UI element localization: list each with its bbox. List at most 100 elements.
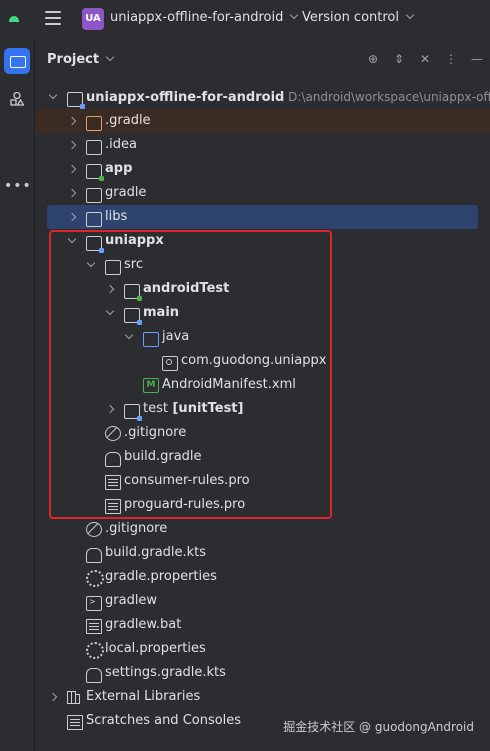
- tree-item[interactable]: main: [35, 301, 490, 325]
- tree-item[interactable]: java: [35, 325, 490, 349]
- tree-item-label: proguard-rules.pro: [124, 497, 246, 512]
- module-icon: [67, 92, 85, 109]
- tree-item-label: gradlew: [105, 593, 158, 608]
- chevron-right-icon[interactable]: [48, 692, 58, 702]
- tree-item[interactable]: .gitignore: [35, 517, 490, 541]
- tree-item-label: androidTest: [143, 281, 230, 296]
- tree-item-label: build.gradle: [124, 449, 202, 464]
- tree-item[interactable]: M AndroidManifest.xml: [35, 373, 490, 397]
- tree-item-label: libs: [105, 209, 128, 224]
- title-bar: UA uniappx-offline-for-android Version c…: [0, 0, 490, 38]
- gradle-icon: [86, 668, 102, 683]
- properties-icon: [86, 570, 104, 587]
- tree-item[interactable]: gradle.properties: [35, 565, 490, 589]
- tree-item[interactable]: .gitignore: [35, 421, 490, 445]
- more-tools-icon[interactable]: •••: [4, 178, 32, 194]
- panel-title-dropdown[interactable]: Project: [47, 52, 115, 67]
- chevron-down-icon: [405, 10, 415, 20]
- tree-item[interactable]: app: [35, 157, 490, 181]
- tree-item[interactable]: gradlew.bat: [35, 613, 490, 637]
- tool-window-stripe: •••: [0, 38, 35, 751]
- chevron-right-icon[interactable]: [67, 188, 77, 198]
- tree-item-label: src: [124, 257, 143, 272]
- locate-icon[interactable]: ⊕: [366, 52, 380, 66]
- chevron-down-icon[interactable]: [48, 90, 58, 100]
- android-icon: [9, 16, 19, 22]
- folder-icon: [86, 188, 102, 203]
- project-tree: uniappx-offline-for-android D:\android\w…: [35, 85, 490, 733]
- tree-item[interactable]: .idea: [35, 133, 490, 157]
- manifest-icon: M: [143, 378, 159, 393]
- text-file-icon: [67, 715, 83, 730]
- source-folder-icon: [143, 332, 159, 347]
- chevron-right-icon[interactable]: [67, 212, 77, 222]
- project-switcher[interactable]: uniappx-offline-for-android: [110, 10, 299, 25]
- folder-icon: [86, 212, 102, 227]
- project-path: D:\android\workspace\uniappx-offline: [288, 90, 490, 104]
- tree-item[interactable]: .gradle: [35, 109, 490, 133]
- tree-item-label: local.properties: [105, 641, 206, 656]
- tree-item[interactable]: com.guodong.uniappx: [35, 349, 490, 373]
- tree-item-label: app: [105, 161, 133, 176]
- ignore-file-icon: [86, 522, 102, 537]
- terminal-icon: [86, 590, 102, 614]
- tree-item[interactable]: External Libraries: [35, 685, 490, 709]
- options-icon[interactable]: ⋮: [444, 52, 458, 66]
- project-badge[interactable]: UA: [82, 8, 104, 30]
- folder-icon: [86, 140, 102, 155]
- tree-item[interactable]: androidTest: [35, 277, 490, 301]
- text-file-icon: [105, 499, 121, 514]
- chevron-down-icon: [105, 52, 115, 62]
- version-control-menu[interactable]: Version control: [302, 10, 415, 25]
- tree-item[interactable]: build.gradle: [35, 445, 490, 469]
- tree-item-label: consumer-rules.pro: [124, 473, 250, 488]
- tree-item[interactable]: consumer-rules.pro: [35, 469, 490, 493]
- tree-item-label: .gitignore: [124, 425, 187, 440]
- project-panel: Project ⊕ ⇕ ✕ ⋮ — uniappx-offline-for-an…: [35, 38, 490, 751]
- tree-item-label: main: [143, 305, 180, 320]
- tree-item-label: .idea: [105, 137, 137, 152]
- tree-item[interactable]: uniappx: [35, 229, 490, 253]
- project-tool-button[interactable]: [4, 48, 30, 74]
- tree-item[interactable]: uniappx-offline-for-android D:\android\w…: [35, 85, 490, 109]
- chevron-down-icon[interactable]: [86, 258, 96, 268]
- text-file-icon: [86, 619, 102, 634]
- collapse-all-icon[interactable]: ✕: [418, 52, 432, 66]
- tree-item[interactable]: proguard-rules.pro: [35, 493, 490, 517]
- chevron-right-icon[interactable]: [105, 404, 115, 414]
- tree-item[interactable]: gradlew: [35, 589, 490, 614]
- tree-item-label: gradlew.bat: [105, 617, 182, 632]
- tree-item-label: build.gradle.kts: [105, 545, 207, 560]
- tree-item-label: com.guodong.uniappx: [181, 353, 327, 368]
- structure-tool-button[interactable]: [4, 86, 30, 112]
- library-icon: [67, 691, 81, 704]
- gradle-icon: [86, 548, 102, 563]
- module-icon: [86, 236, 104, 253]
- chevron-right-icon[interactable]: [67, 140, 77, 150]
- expand-all-icon[interactable]: ⇕: [392, 52, 406, 66]
- package-icon: [162, 356, 178, 371]
- module-icon: [86, 164, 104, 181]
- panel-toolbar: ⊕ ⇕ ✕ ⋮ —: [366, 52, 484, 66]
- chevron-down-icon[interactable]: [124, 330, 134, 340]
- module-icon: [124, 284, 142, 301]
- tree-item-label: .gitignore: [105, 521, 168, 536]
- tree-item[interactable]: build.gradle.kts: [35, 541, 490, 565]
- tree-item[interactable]: local.properties: [35, 637, 490, 661]
- chevron-right-icon[interactable]: [105, 284, 115, 294]
- chevron-right-icon[interactable]: [67, 116, 77, 126]
- chevron-right-icon[interactable]: [67, 164, 77, 174]
- gradle-icon: [105, 452, 121, 467]
- hide-icon[interactable]: —: [470, 52, 484, 66]
- source-set-tag: [unitTest]: [167, 401, 244, 416]
- panel-title: Project: [47, 52, 100, 67]
- main-menu-icon[interactable]: [45, 11, 61, 25]
- tree-item[interactable]: settings.gradle.kts: [35, 661, 490, 685]
- tree-item[interactable]: gradle: [35, 181, 490, 205]
- chevron-down-icon[interactable]: [67, 234, 77, 244]
- tree-item[interactable]: test [unitTest]: [35, 397, 490, 421]
- tree-item[interactable]: libs: [47, 205, 478, 229]
- folder-icon: [10, 56, 26, 68]
- chevron-down-icon[interactable]: [105, 306, 115, 316]
- tree-item[interactable]: src: [35, 253, 490, 277]
